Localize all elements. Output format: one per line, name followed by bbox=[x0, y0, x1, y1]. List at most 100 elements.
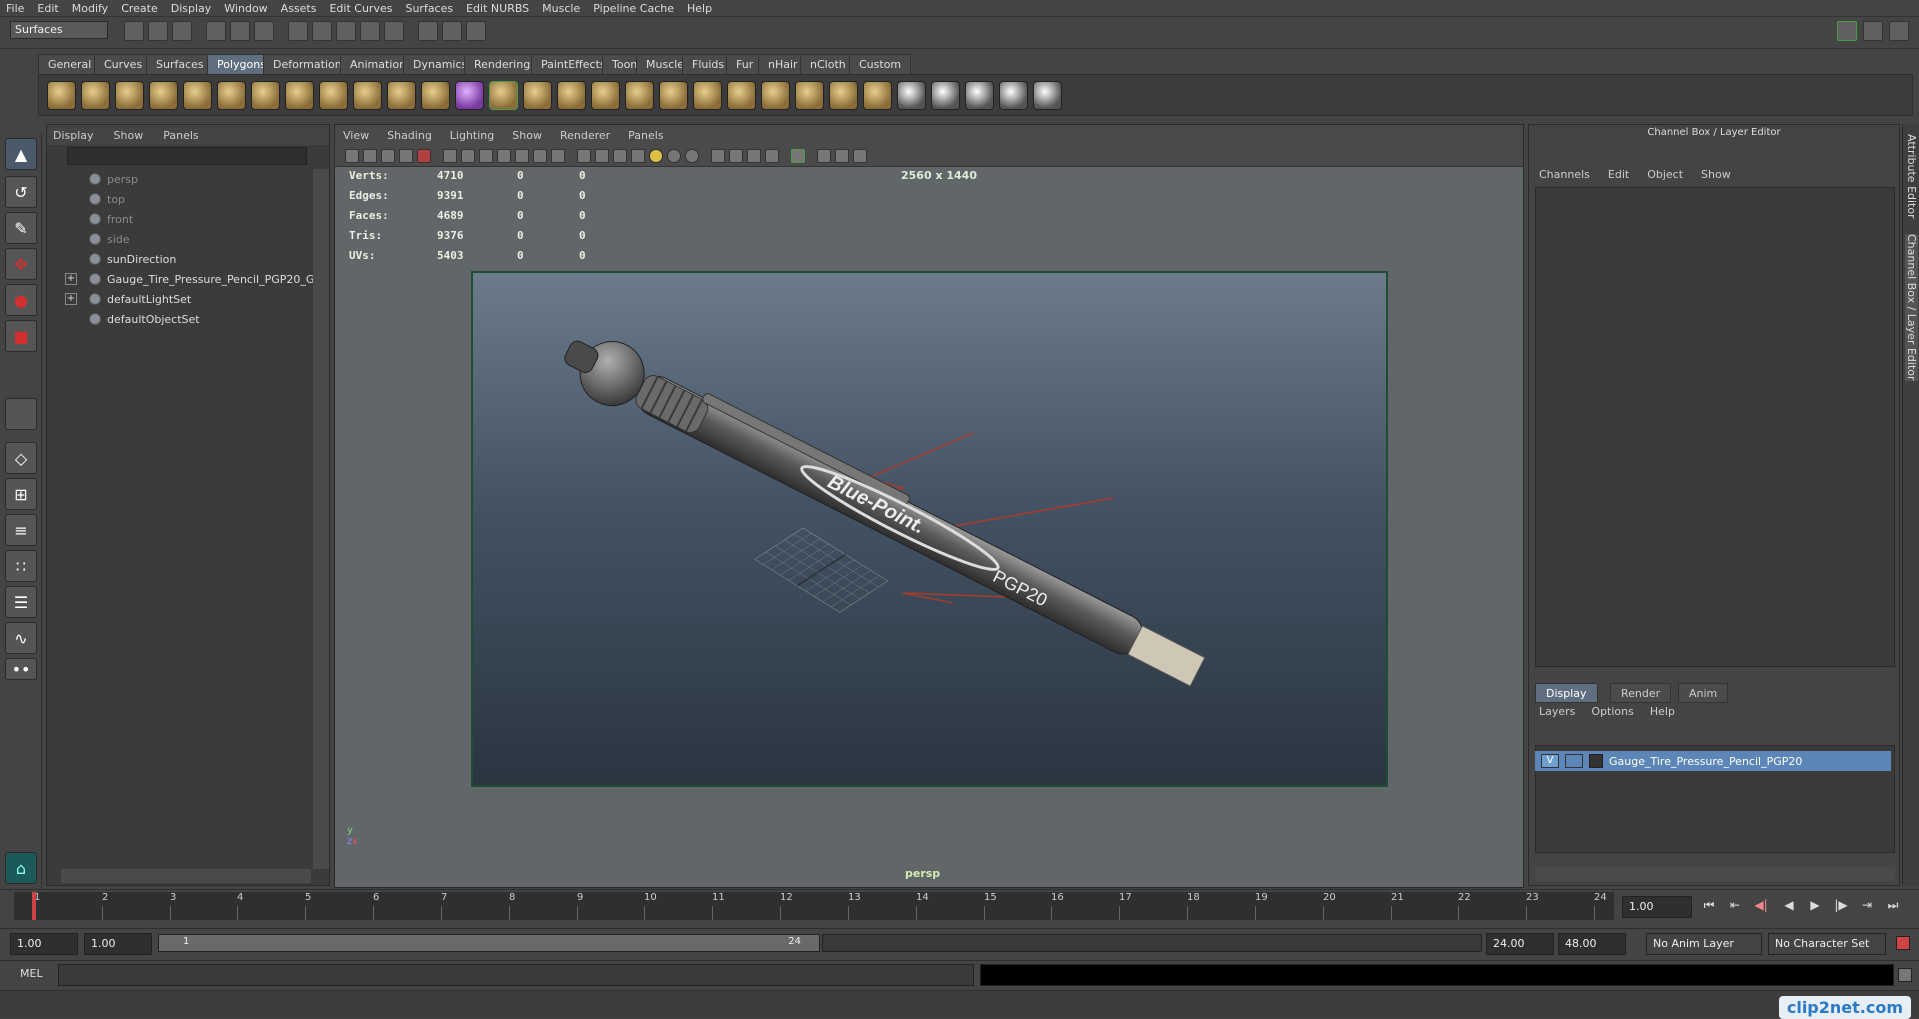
channel-menu-show[interactable]: Show bbox=[1701, 168, 1731, 181]
layer-horizontal-scrollbar[interactable] bbox=[1535, 867, 1895, 881]
current-time-marker[interactable] bbox=[32, 892, 36, 920]
layer-menu-layers[interactable]: Layers bbox=[1539, 705, 1575, 718]
playback-start-field[interactable]: 1.00 bbox=[84, 933, 152, 955]
split-polygon-icon[interactable] bbox=[591, 80, 620, 110]
poly-soccer-ball-icon[interactable] bbox=[319, 80, 348, 110]
menu-item-edit-nurbs[interactable]: Edit NURBS bbox=[466, 2, 529, 15]
expand-toggle-icon[interactable]: + bbox=[65, 293, 77, 305]
script-editor-icon[interactable] bbox=[1898, 968, 1912, 982]
graph-editor-layout-icon[interactable]: ∿ bbox=[5, 622, 37, 654]
channel-box-toggle-icon[interactable] bbox=[1889, 21, 1909, 41]
checker-uv-icon[interactable] bbox=[897, 80, 926, 110]
single-perspective-layout-icon[interactable]: ◇ bbox=[5, 442, 37, 474]
textured-icon[interactable] bbox=[631, 148, 645, 163]
outliner-item[interactable]: defaultObjectSet bbox=[65, 309, 200, 329]
layer-tab-display[interactable]: Display bbox=[1535, 683, 1598, 703]
poly-plane-icon[interactable] bbox=[183, 80, 212, 110]
go-to-start-icon[interactable]: ⏮ bbox=[1700, 898, 1718, 916]
shelf-tab-deformation[interactable]: Deformation bbox=[263, 54, 352, 74]
safe-action-icon[interactable] bbox=[533, 148, 547, 163]
channel-box-tab[interactable]: Channel Box / Layer Editor bbox=[1905, 234, 1918, 381]
grid-icon[interactable] bbox=[443, 148, 457, 163]
outliner-horizontal-scrollbar[interactable] bbox=[61, 869, 311, 883]
play-forward-icon[interactable]: ▶ bbox=[1806, 898, 1824, 916]
uv-unfold-icon[interactable] bbox=[1033, 80, 1062, 110]
gate-mask-icon[interactable] bbox=[497, 148, 511, 163]
select-hierarchy-icon[interactable] bbox=[206, 21, 226, 41]
layer-visibility-toggle[interactable]: V bbox=[1541, 754, 1559, 768]
share-icon[interactable] bbox=[853, 148, 867, 163]
snap-plane-icon[interactable] bbox=[360, 21, 380, 41]
auto-key-icon[interactable] bbox=[1896, 936, 1910, 950]
resolution-gate-icon[interactable] bbox=[479, 148, 493, 163]
snap-point-icon[interactable] bbox=[336, 21, 356, 41]
cylindrical-map-icon[interactable] bbox=[829, 80, 858, 110]
extrude-icon[interactable] bbox=[489, 80, 518, 110]
poly-cube-icon[interactable] bbox=[81, 80, 110, 110]
outliner-item[interactable]: persp bbox=[65, 169, 138, 189]
merge-icon[interactable] bbox=[727, 80, 756, 110]
menu-item-muscle[interactable]: Muscle bbox=[542, 2, 580, 15]
field-chart-icon[interactable] bbox=[515, 148, 529, 163]
menu-item-pipeline-cache[interactable]: Pipeline Cache bbox=[593, 2, 674, 15]
planar-map-icon[interactable] bbox=[795, 80, 824, 110]
time-slider-bar[interactable]: 1 2 3 4 5 6 7 8 9 10 11 12 13 14 15 16 17 18 19 20 21 22 23 24 bbox=[14, 892, 1614, 920]
smooth-icon[interactable] bbox=[421, 80, 450, 110]
safe-title-icon[interactable] bbox=[551, 148, 565, 163]
separate-icon[interactable] bbox=[387, 80, 416, 110]
save-scene-icon[interactable] bbox=[172, 21, 192, 41]
current-time-field[interactable]: 1.00 bbox=[1622, 896, 1692, 918]
layer-menu-help[interactable]: Help bbox=[1650, 705, 1675, 718]
step-back-key-icon[interactable]: ⇤ bbox=[1726, 898, 1744, 916]
uv-editor-icon[interactable] bbox=[931, 80, 960, 110]
animation-start-field[interactable]: 1.00 bbox=[10, 933, 78, 955]
menu-item-modify[interactable]: Modify bbox=[72, 2, 108, 15]
outliner-menu-show[interactable]: Show bbox=[114, 129, 144, 142]
attribute-editor-tab[interactable]: Attribute Editor bbox=[1905, 134, 1918, 219]
paint-select-tool-icon[interactable]: ✎ bbox=[5, 212, 37, 244]
outliner-persp-layout-icon[interactable]: ≡ bbox=[5, 514, 37, 546]
shelf-tab-custom[interactable]: Custom bbox=[849, 54, 912, 74]
expand-toggle-icon[interactable]: + bbox=[65, 273, 77, 285]
bevel-icon[interactable] bbox=[761, 80, 790, 110]
menu-item-edit-curves[interactable]: Edit Curves bbox=[329, 2, 392, 15]
menu-item-assets[interactable]: Assets bbox=[281, 2, 317, 15]
poly-sphere-icon[interactable] bbox=[47, 80, 76, 110]
wireframe-on-shaded-icon[interactable] bbox=[613, 148, 627, 163]
rotate-tool-icon[interactable]: ● bbox=[5, 284, 37, 316]
select-object-icon[interactable] bbox=[230, 21, 250, 41]
offset-edge-loop-icon[interactable] bbox=[659, 80, 688, 110]
go-to-end-icon[interactable]: ⏭ bbox=[1884, 898, 1902, 916]
perspective-viewport[interactable]: View Shading Lighting Show Renderer Panels Ve… bbox=[334, 124, 1524, 888]
bookmarks-icon[interactable] bbox=[381, 148, 395, 163]
outliner-item[interactable]: + Gauge_Tire_Pressure_Pencil_PGP20_GRP bbox=[65, 269, 329, 289]
layer-menu-options[interactable]: Options bbox=[1591, 705, 1633, 718]
menu-item-edit[interactable]: Edit bbox=[37, 2, 58, 15]
playback-end-field[interactable]: 24.00 bbox=[1486, 933, 1554, 955]
uv-snapshot-icon[interactable] bbox=[965, 80, 994, 110]
outliner-menu-display[interactable]: Display bbox=[53, 129, 94, 142]
menuset-dropdown[interactable]: Surfaces bbox=[10, 21, 108, 39]
command-input[interactable] bbox=[58, 964, 974, 986]
isolate-select-icon[interactable] bbox=[711, 148, 725, 163]
channel-menu-edit[interactable]: Edit bbox=[1608, 168, 1629, 181]
xray-components-icon[interactable] bbox=[765, 148, 779, 163]
step-back-frame-icon[interactable]: ◀| bbox=[1752, 898, 1770, 916]
select-camera-icon[interactable] bbox=[345, 148, 359, 163]
viewport-menu-renderer[interactable]: Renderer bbox=[560, 129, 610, 142]
shelf-tab-general[interactable]: General bbox=[38, 54, 102, 74]
menu-item-window[interactable]: Window bbox=[224, 2, 267, 15]
menu-item-surfaces[interactable]: Surfaces bbox=[405, 2, 453, 15]
tool-settings-toggle-icon[interactable] bbox=[1863, 21, 1883, 41]
lasso-tool-icon[interactable]: ↺ bbox=[5, 176, 37, 208]
custom-layout-icon[interactable]: •• bbox=[5, 658, 37, 680]
menu-item-create[interactable]: Create bbox=[121, 2, 158, 15]
poly-pyramid-icon[interactable] bbox=[251, 80, 280, 110]
make-live-icon[interactable] bbox=[384, 21, 404, 41]
select-tool-icon[interactable]: ▲ bbox=[5, 138, 37, 170]
persp-graph-layout-icon[interactable]: ∷ bbox=[5, 550, 37, 582]
open-scene-icon[interactable] bbox=[148, 21, 168, 41]
outliner-item[interactable]: + defaultLightSet bbox=[65, 289, 191, 309]
new-scene-icon[interactable] bbox=[124, 21, 144, 41]
layer-tab-anim[interactable]: Anim bbox=[1678, 683, 1729, 703]
